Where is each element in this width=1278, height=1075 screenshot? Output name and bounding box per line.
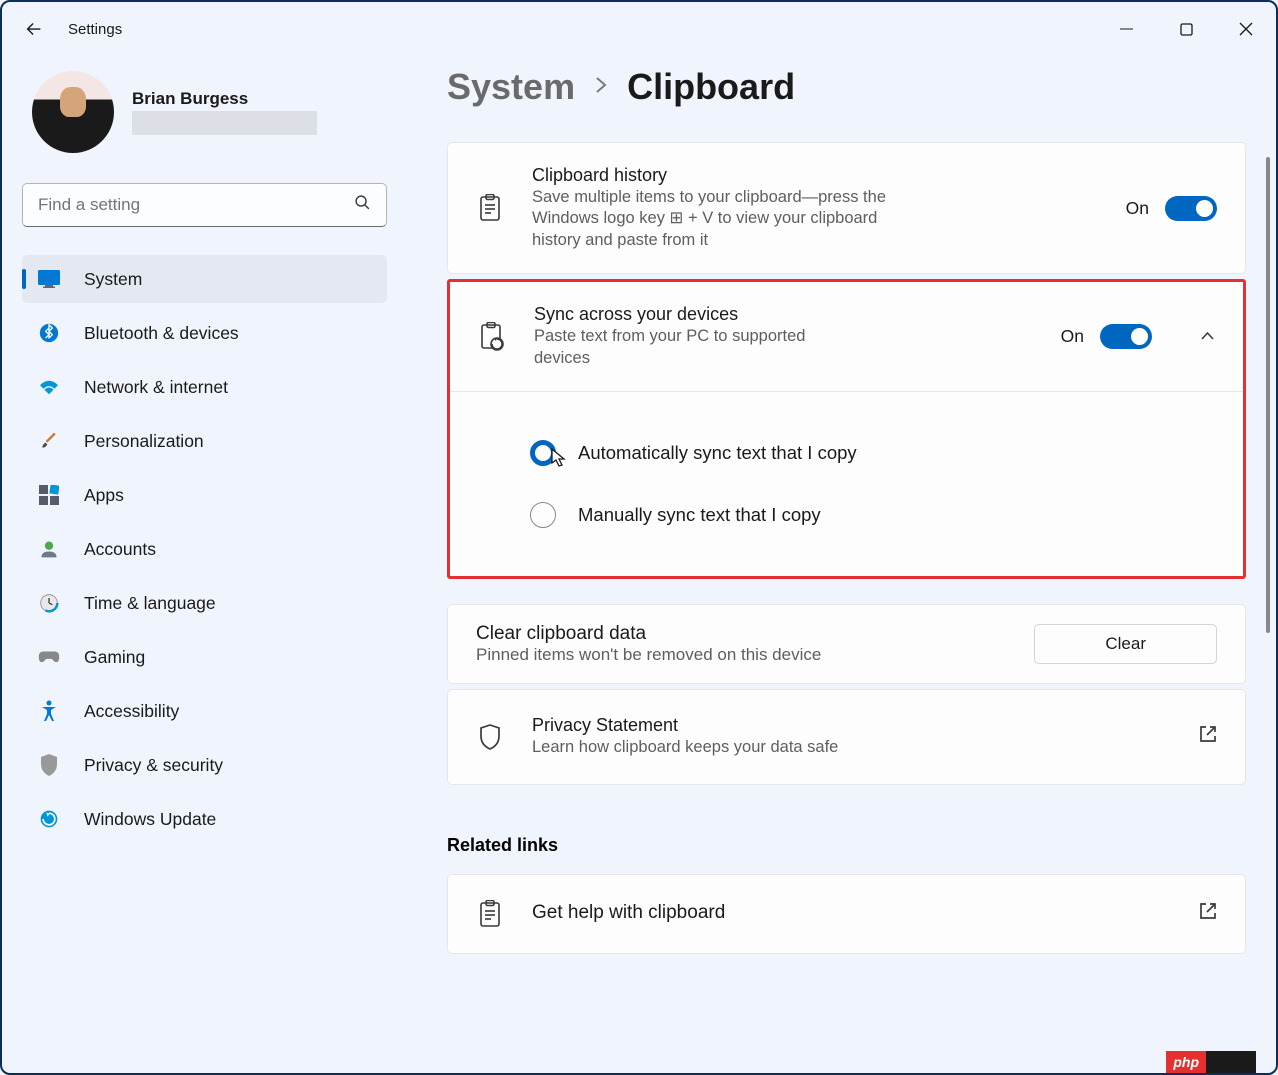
sync-highlight-box: Sync across your devices Paste text from… <box>447 279 1246 579</box>
setting-title: Clipboard history <box>532 165 1098 186</box>
clipboard-history-toggle[interactable]: On <box>1126 196 1217 221</box>
setting-desc: Pinned items won't be removed on this de… <box>476 645 1034 665</box>
clear-button[interactable]: Clear <box>1034 624 1217 664</box>
nav-label: Personalization <box>84 431 204 452</box>
get-help-card[interactable]: Get help with clipboard <box>447 874 1246 954</box>
titlebar: Settings <box>2 2 1276 56</box>
toggle-label: On <box>1126 198 1149 219</box>
brush-icon <box>38 430 60 452</box>
wifi-icon <box>38 376 60 398</box>
clipboard-sync-icon <box>478 322 506 352</box>
sync-devices-card: Sync across your devices Paste text from… <box>450 282 1243 576</box>
breadcrumb-parent[interactable]: System <box>447 66 575 108</box>
radio-manual-sync[interactable]: Manually sync text that I copy <box>530 484 1183 546</box>
clipboard-help-icon <box>476 900 504 928</box>
external-link-icon <box>1199 902 1217 925</box>
privacy-statement-card[interactable]: Privacy Statement Learn how clipboard ke… <box>447 689 1246 784</box>
link-title: Get help with clipboard <box>532 902 1171 924</box>
window-controls <box>1096 8 1276 50</box>
toggle-switch[interactable] <box>1100 324 1152 349</box>
shield-icon <box>38 754 60 776</box>
settings-window: Settings Brian Burgess <box>0 0 1278 1075</box>
clock-icon <box>38 592 60 614</box>
link-title: Privacy Statement <box>532 715 1171 736</box>
php-badge: php <box>1166 1051 1256 1073</box>
sync-radio-section: Automatically sync text that I copy Manu… <box>450 391 1243 576</box>
back-button[interactable] <box>2 18 52 40</box>
sidebar-item-accounts[interactable]: Accounts <box>22 525 387 573</box>
sidebar-item-personalization[interactable]: Personalization <box>22 417 387 465</box>
breadcrumb-current: Clipboard <box>627 66 795 108</box>
setting-desc: Save multiple items to your clipboard—pr… <box>532 187 892 251</box>
nav-list: System Bluetooth & devices Network & int… <box>22 255 387 843</box>
external-link-icon <box>1199 725 1217 748</box>
chevron-right-icon <box>595 74 607 100</box>
radio-unselected-icon <box>530 502 556 528</box>
system-icon <box>38 268 60 290</box>
bluetooth-icon <box>38 322 60 344</box>
update-icon <box>38 808 60 830</box>
nav-label: System <box>84 269 142 290</box>
scrollbar-thumb[interactable] <box>1266 157 1270 633</box>
search-box[interactable] <box>22 183 387 227</box>
nav-label: Apps <box>84 485 124 506</box>
shield-outline-icon <box>476 723 504 751</box>
accessibility-icon <box>38 700 60 722</box>
sidebar-item-time[interactable]: Time & language <box>22 579 387 627</box>
user-profile[interactable]: Brian Burgess <box>32 71 387 153</box>
related-links-heading: Related links <box>447 835 1246 856</box>
scrollbar[interactable] <box>1266 157 1272 1023</box>
account-icon <box>38 538 60 560</box>
link-desc: Learn how clipboard keeps your data safe <box>532 737 1171 758</box>
maximize-button[interactable] <box>1156 8 1216 50</box>
nav-label: Network & internet <box>84 377 228 398</box>
toggle-switch[interactable] <box>1165 196 1217 221</box>
app-title: Settings <box>68 21 122 38</box>
nav-label: Gaming <box>84 647 145 668</box>
setting-title: Clear clipboard data <box>476 623 1034 645</box>
search-icon <box>354 194 371 216</box>
sidebar-item-accessibility[interactable]: Accessibility <box>22 687 387 735</box>
user-name: Brian Burgess <box>132 89 317 109</box>
radio-label: Automatically sync text that I copy <box>578 442 857 464</box>
content-wrapper: Brian Burgess System <box>2 56 1276 1073</box>
breadcrumb: System Clipboard <box>447 66 1246 108</box>
sidebar-item-system[interactable]: System <box>22 255 387 303</box>
sidebar-item-apps[interactable]: Apps <box>22 471 387 519</box>
nav-label: Bluetooth & devices <box>84 323 239 344</box>
search-input[interactable] <box>38 195 354 215</box>
setting-desc: Paste text from your PC to supported dev… <box>534 326 864 369</box>
apps-icon <box>38 484 60 506</box>
cursor-icon <box>550 447 568 469</box>
setting-title: Sync across your devices <box>534 304 1033 325</box>
radio-label: Manually sync text that I copy <box>578 504 821 526</box>
clipboard-history-card: Clipboard history Save multiple items to… <box>447 142 1246 274</box>
nav-label: Accessibility <box>84 701 179 722</box>
nav-label: Windows Update <box>84 809 216 830</box>
gamepad-icon <box>38 646 60 668</box>
avatar <box>32 71 114 153</box>
sidebar-item-gaming[interactable]: Gaming <box>22 633 387 681</box>
clipboard-icon <box>476 194 504 222</box>
sync-toggle[interactable]: On <box>1061 324 1152 349</box>
nav-label: Accounts <box>84 539 156 560</box>
nav-label: Time & language <box>84 593 216 614</box>
nav-label: Privacy & security <box>84 755 223 776</box>
toggle-label: On <box>1061 326 1084 347</box>
minimize-button[interactable] <box>1096 8 1156 50</box>
clear-clipboard-card: Clear clipboard data Pinned items won't … <box>447 604 1246 684</box>
chevron-up-icon[interactable] <box>1200 328 1215 345</box>
main-content: System Clipboard Clipboard history Save … <box>407 56 1276 1073</box>
radio-auto-sync[interactable]: Automatically sync text that I copy <box>530 422 1183 484</box>
sidebar-item-update[interactable]: Windows Update <box>22 795 387 843</box>
sidebar-item-network[interactable]: Network & internet <box>22 363 387 411</box>
user-email-redacted <box>132 111 317 135</box>
sidebar-item-privacy[interactable]: Privacy & security <box>22 741 387 789</box>
sidebar: Brian Burgess System <box>2 56 407 1073</box>
close-button[interactable] <box>1216 8 1276 50</box>
sidebar-item-bluetooth[interactable]: Bluetooth & devices <box>22 309 387 357</box>
